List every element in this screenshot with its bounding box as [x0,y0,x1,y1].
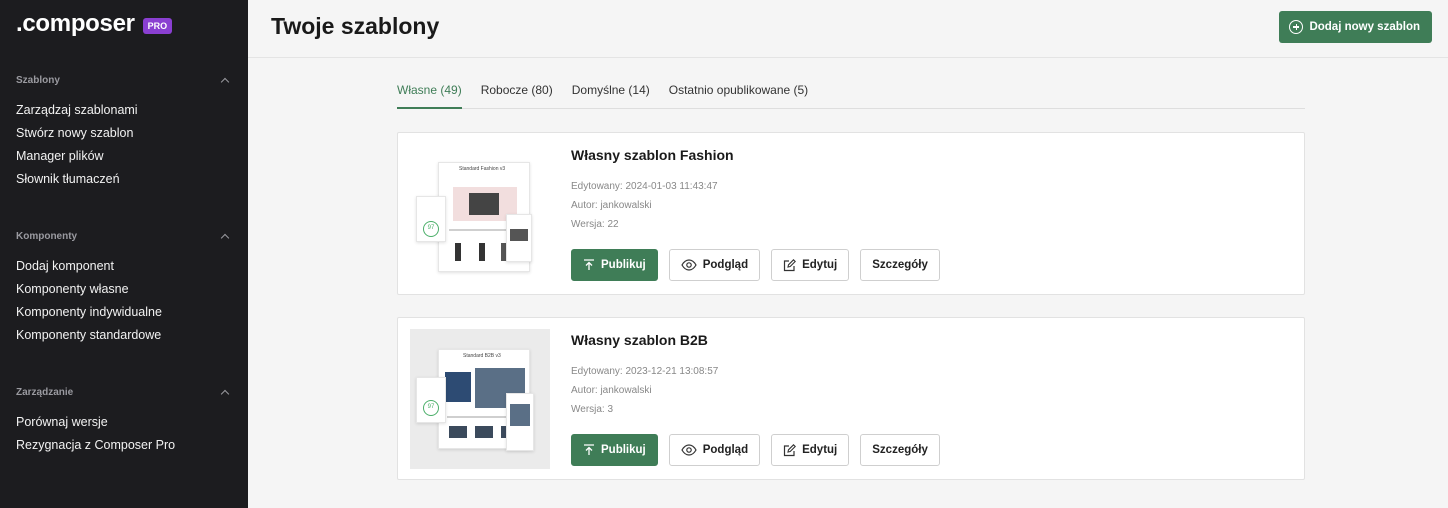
details-label: Szczegóły [872,259,928,271]
chevron-up-icon[interactable] [220,77,230,86]
template-author: Autor: jankowalski [571,200,652,211]
edit-label: Edytuj [802,259,838,271]
thumbnail-mock-side: 97 [416,377,446,423]
logo[interactable]: .composer PRO [16,10,173,38]
sidebar-item-translations[interactable]: Słownik tłumaczeń [16,168,232,191]
sidebar-section-components: Komponenty Dodaj komponent Komponenty wł… [16,228,232,347]
edit-icon [784,443,797,456]
preview-button[interactable]: Podgląd [668,434,761,466]
publish-button[interactable]: Publikuj [571,249,658,281]
page-header: Twoje szablony Dodaj nowy szablon [248,0,1448,58]
template-card: Standard Fashion v3 97 Własny szablon Fa… [397,132,1305,295]
sidebar-item-own-components[interactable]: Komponenty własne [16,278,232,301]
template-actions: Publikuj Podgląd Edytuj Szczegóły [571,249,951,281]
template-actions: Publikuj Podgląd Edytuj Szczegóły [571,434,951,466]
section-header-templates[interactable]: Szablony [16,72,232,88]
sidebar-section-templates: Szablony Zarządzaj szablonami Stwórz now… [16,72,232,191]
template-author: Autor: jankowalski [571,385,652,396]
upload-icon [584,444,594,455]
template-thumbnail[interactable]: Standard B2B v3 97 [410,329,550,469]
publish-label: Publikuj [601,259,646,271]
sidebar-item-manage-templates[interactable]: Zarządzaj szablonami [16,99,232,122]
template-card: Standard B2B v3 97 Własny szablon B2B Ed… [397,317,1305,480]
template-thumbnail[interactable]: Standard Fashion v3 97 [410,144,550,284]
sidebar-section-management: Zarządzanie Porównaj wersje Rezygnacja z… [16,384,232,457]
details-button[interactable]: Szczegóły [860,249,940,281]
template-edited: Edytowany: 2023-12-21 13:08:57 [571,366,719,377]
sidebar-item-individual-components[interactable]: Komponenty indywidualne [16,301,232,324]
section-title: Szablony [16,74,60,86]
thumb-image-blue [445,372,471,402]
thumb-figure [455,243,461,261]
publish-label: Publikuj [601,444,646,456]
template-title: Własny szablon B2B [571,332,708,348]
tab-own[interactable]: Własne (49) [397,80,462,109]
pro-badge: PRO [142,18,173,34]
thumb-image-photo [510,404,530,426]
eye-icon [681,259,697,271]
page-title: Twoje szablony [271,13,440,39]
preview-label: Podgląd [702,444,749,456]
section-title: Komponenty [16,230,78,242]
chevron-up-icon[interactable] [220,389,230,398]
sidebar: .composer PRO Szablony Zarządzaj szablon… [0,0,248,508]
details-label: Szczegóły [872,444,928,456]
preview-label: Podgląd [702,259,749,271]
thumbnail-mock-mobile [506,214,532,262]
sidebar-item-compare-versions[interactable]: Porównaj wersje [16,411,232,434]
add-template-label: Dodaj nowy szablon [1309,21,1420,33]
edit-icon [784,258,797,271]
template-version: Wersja: 22 [571,219,619,230]
upload-icon [584,259,594,270]
sidebar-item-cancel-pro[interactable]: Rezygnacja z Composer Pro [16,434,232,457]
template-title: Własny szablon Fashion [571,147,734,163]
thumb-product [475,426,493,438]
thumbnail-title: Standard B2B v3 [463,353,501,359]
thumbnail-title: Standard Fashion v3 [459,166,506,172]
edit-button[interactable]: Edytuj [771,434,850,466]
thumb-image-dark [510,229,528,241]
section-header-components[interactable]: Komponenty [16,228,232,244]
publish-button[interactable]: Publikuj [571,434,658,466]
details-button[interactable]: Szczegóły [860,434,940,466]
tab-drafts[interactable]: Robocze (80) [481,80,553,109]
template-tabs: Własne (49) Robocze (80) Domyślne (14) O… [397,80,1305,109]
template-edited: Edytowany: 2024-01-03 11:43:47 [571,181,718,192]
thumbnail-mock-side: 97 [416,196,446,242]
logo-text: .composer [16,10,135,37]
section-header-management[interactable]: Zarządzanie [16,384,232,400]
plus-circle-icon [1289,20,1304,34]
score-badge: 97 [423,400,439,416]
chevron-up-icon[interactable] [220,233,230,242]
sidebar-item-standard-components[interactable]: Komponenty standardowe [16,324,232,347]
edit-label: Edytuj [802,444,838,456]
section-title: Zarządzanie [16,386,74,398]
edit-button[interactable]: Edytuj [771,249,850,281]
template-version: Wersja: 3 [571,404,614,415]
sidebar-item-file-manager[interactable]: Manager plików [16,145,232,168]
sidebar-item-create-template[interactable]: Stwórz nowy szablon [16,122,232,145]
thumbnail-mock-mobile [506,393,534,451]
eye-icon [681,444,697,456]
score-badge: 97 [423,221,439,237]
tab-recently-published[interactable]: Ostatnio opublikowane (5) [669,80,808,109]
tab-default[interactable]: Domyślne (14) [572,80,650,109]
sidebar-item-add-component[interactable]: Dodaj komponent [16,255,232,278]
thumb-figure [479,243,485,261]
preview-button[interactable]: Podgląd [668,249,761,281]
thumb-product [449,426,467,438]
add-template-button[interactable]: Dodaj nowy szablon [1279,11,1432,43]
thumb-image-dark [469,193,499,215]
